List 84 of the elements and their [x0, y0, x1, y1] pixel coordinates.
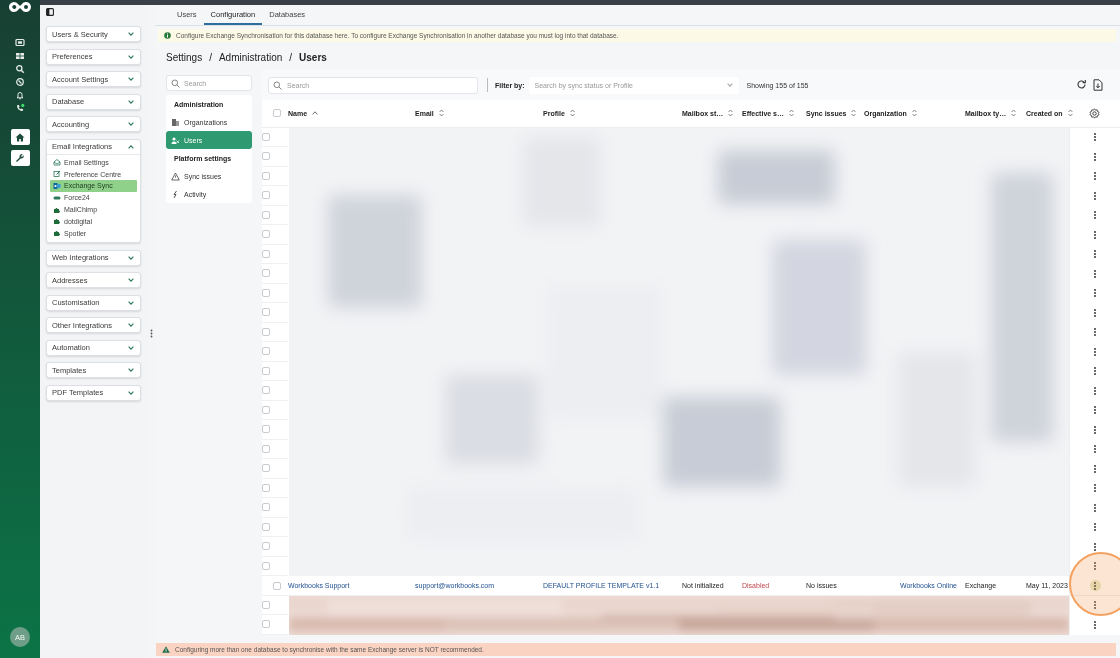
chevron-down-icon — [128, 345, 134, 350]
breadcrumb-link[interactable]: Settings — [166, 51, 203, 63]
checkbox[interactable] — [262, 288, 270, 297]
checkbox[interactable] — [262, 444, 270, 453]
resize-handle[interactable] — [150, 329, 153, 338]
settings-icon[interactable] — [1089, 107, 1100, 119]
checkbox[interactable] — [262, 171, 270, 180]
checkbox[interactable] — [273, 109, 281, 118]
breadcrumb-link[interactable]: Administration — [218, 51, 283, 63]
checkbox[interactable] — [262, 464, 270, 473]
chevron-down-icon — [128, 54, 134, 59]
chevron-down-icon — [128, 99, 134, 104]
search-icon — [171, 78, 180, 88]
sort-ascending-icon — [312, 111, 319, 116]
chevron-down-icon — [128, 255, 134, 260]
checkbox[interactable] — [262, 347, 270, 356]
checkbox[interactable] — [262, 249, 270, 258]
users-icon — [171, 135, 180, 145]
chevron-down-icon — [128, 77, 134, 81]
sort-icon — [1011, 109, 1017, 118]
sort-icon — [569, 109, 575, 118]
activity-icon — [171, 189, 180, 199]
sort-icon — [728, 109, 734, 118]
grid-icon[interactable] — [15, 51, 25, 61]
chevron-down-icon — [128, 323, 134, 328]
home-button[interactable] — [10, 129, 30, 145]
checkbox[interactable] — [262, 366, 270, 375]
checkbox[interactable] — [262, 483, 270, 492]
breadcrumb-current: Users — [299, 51, 327, 63]
chevron-down-icon — [726, 83, 733, 87]
checkbox[interactable] — [262, 386, 270, 395]
wrench-icon — [15, 153, 25, 163]
row-menu-button[interactable] — [1089, 580, 1101, 592]
chevron-down-icon — [128, 368, 134, 373]
sort-icon — [911, 109, 917, 118]
checkbox[interactable] — [262, 600, 270, 609]
warning-icon — [171, 171, 180, 181]
breadcrumb-separator: / — [209, 51, 212, 63]
sidebar-toggle-icon[interactable] — [46, 8, 54, 16]
checkbox[interactable] — [262, 269, 270, 278]
checkbox[interactable] — [273, 581, 281, 590]
sort-icon — [789, 109, 795, 118]
checkbox[interactable] — [262, 561, 270, 570]
bell-icon[interactable] — [15, 90, 25, 100]
settings-button[interactable] — [10, 150, 30, 166]
chevron-down-icon — [128, 32, 134, 36]
checkbox[interactable] — [262, 522, 270, 531]
checkbox[interactable] — [262, 191, 270, 200]
envelope-icon — [53, 158, 61, 167]
logo-icon — [8, 0, 32, 14]
checkbox[interactable] — [262, 152, 270, 161]
highlight-ring — [1069, 552, 1120, 616]
checkbox[interactable] — [262, 542, 270, 551]
phone-icon[interactable] — [15, 103, 25, 113]
info-icon — [164, 32, 171, 39]
checkbox[interactable] — [262, 230, 270, 239]
chevron-down-icon — [128, 122, 134, 126]
checkbox[interactable] — [262, 132, 270, 141]
search-icon[interactable] — [15, 64, 25, 74]
sort-icon — [1067, 109, 1073, 118]
breadcrumb-separator: / — [289, 51, 293, 63]
checkbox[interactable] — [262, 308, 270, 317]
checkbox[interactable] — [262, 327, 270, 336]
search-icon — [273, 80, 282, 90]
checkbox[interactable] — [262, 405, 270, 414]
checkbox[interactable] — [262, 425, 270, 434]
chevron-down-icon — [128, 300, 134, 305]
sort-icon — [851, 109, 857, 118]
checkbox[interactable] — [262, 210, 270, 219]
checkbox[interactable] — [262, 620, 270, 629]
checkbox[interactable] — [262, 503, 270, 512]
edit-icon — [53, 170, 61, 179]
refresh-icon[interactable] — [1076, 79, 1087, 90]
building-icon — [171, 117, 180, 127]
home-icon — [15, 132, 25, 142]
chevron-up-icon — [128, 144, 134, 149]
monitor-icon[interactable] — [15, 38, 25, 48]
export-file-icon[interactable] — [1093, 79, 1103, 91]
chevron-down-icon — [128, 278, 134, 283]
blocked-icon[interactable] — [15, 77, 25, 87]
mail-app-icon — [53, 182, 61, 190]
sort-icon — [438, 109, 444, 118]
chevron-down-icon — [128, 390, 134, 395]
warning-icon — [162, 646, 170, 653]
